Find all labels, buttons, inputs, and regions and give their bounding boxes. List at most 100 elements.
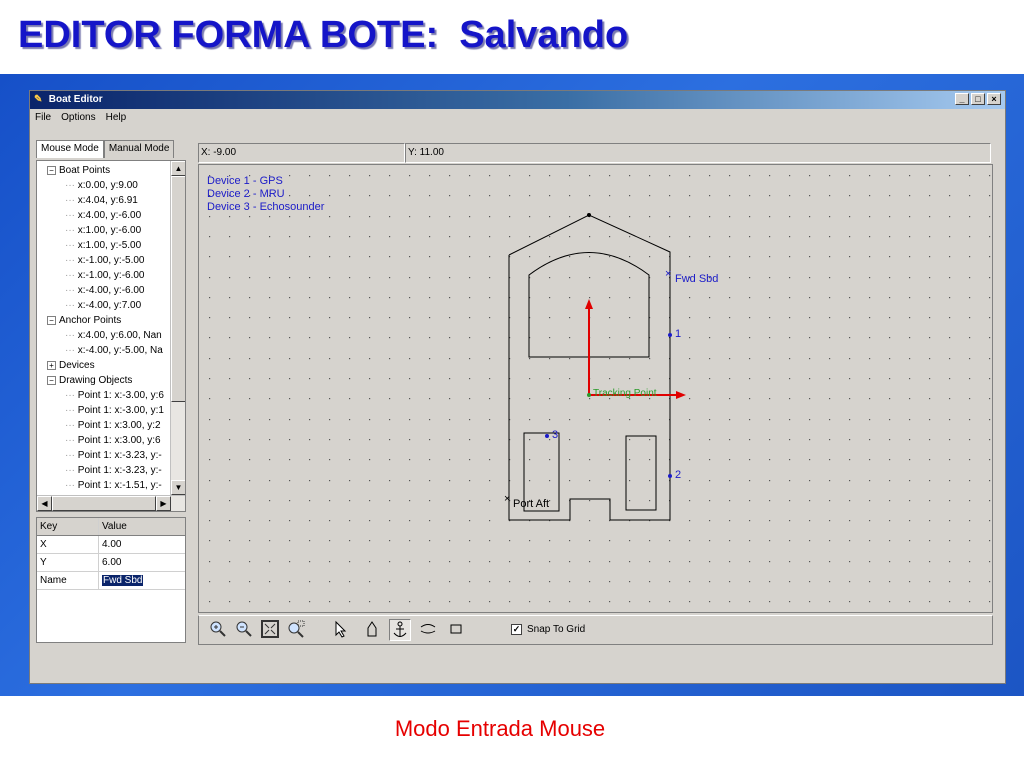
grid-dot [789,337,791,339]
property-value-name-text[interactable]: Fwd Sbd [102,575,144,586]
tree-scroll-thumb[interactable] [171,176,185,402]
grid-dot [749,175,751,177]
property-row[interactable]: Y 6.00 [37,554,185,572]
scroll-left-icon[interactable]: ◀ [37,496,52,511]
grid-dot [529,480,531,482]
grid-dot [409,175,411,177]
rectangle-icon[interactable] [445,619,467,641]
expand-icon[interactable]: + [47,360,56,370]
pointer-icon[interactable] [329,619,351,641]
grid-dot [289,216,291,218]
tab-mouse-mode[interactable]: Mouse Mode [36,140,104,158]
property-row[interactable]: X 4.00 [37,536,185,554]
minimize-button[interactable]: _ [955,93,969,105]
property-value[interactable]: 4.00 [99,536,185,553]
zoom-out-icon[interactable] [233,619,255,641]
anchor-icon[interactable] [389,619,411,641]
grid-dot [749,500,751,502]
tree-vertical-scrollbar[interactable]: ▲ ▼ [170,161,185,495]
grid-dot [209,277,211,279]
zoom-in-icon[interactable] [207,619,229,641]
property-key-header[interactable]: Key [37,518,99,535]
boat-tree-view[interactable]: − Boat Points ··· x:0.00, y:9.00 ··· x:4.04… [36,160,186,512]
grid-dot [469,459,471,461]
grid-dot [989,175,991,177]
tree-node[interactable]: − Drawing Objects [47,373,132,388]
tree-leaf[interactable]: ··· x:-4.00, y:-6.00 [65,283,144,298]
grid-dot [809,337,811,339]
tree-node[interactable]: − Boat Points [47,163,110,178]
tree-node[interactable]: + Devices [47,358,95,373]
grid-dot [789,561,791,563]
grid-dot [749,317,751,319]
tree-node[interactable]: − Anchor Points [47,313,121,328]
grid-dot [869,216,871,218]
scroll-up-icon[interactable]: ▲ [171,161,185,176]
tree-leaf[interactable]: ··· x:-1.00, y:-5.00 [65,253,144,268]
zoom-fit-icon[interactable] [259,619,281,641]
grid-dot [769,297,771,299]
tree-leaf[interactable]: ··· Point 1: x:-1.51, y:- [65,478,162,493]
tree-leaf[interactable]: ··· x:-1.00, y:-6.00 [65,268,144,283]
property-value[interactable]: 6.00 [99,554,185,571]
close-button[interactable]: × [987,93,1001,105]
grid-dot [929,459,931,461]
tree-leaf[interactable]: ··· x:0.00, y:9.00 [65,178,138,193]
grid-dot [229,581,231,583]
tree-horizontal-scrollbar[interactable]: ◀ ▶ [37,495,185,511]
grid-dot [989,256,991,258]
tree-leaf[interactable]: ··· x:-4.00, y:-5.00, Na [65,343,163,358]
zoom-window-icon[interactable] [285,619,307,641]
property-value-name[interactable]: Fwd Sbd [99,572,185,589]
snap-to-grid-control[interactable]: ✓ Snap To Grid [511,624,585,635]
grid-dot [229,358,231,360]
grid-dot [749,378,751,380]
maximize-button[interactable]: □ [971,93,985,105]
property-value-header[interactable]: Value [99,518,185,535]
grid-dot [649,540,651,542]
grid-dot [849,459,851,461]
grid-dot [309,480,311,482]
tree-leaf[interactable]: ··· x:4.04, y:6.91 [65,193,138,208]
tree-leaf[interactable]: ··· Point 1: x:-3.23, y:- [65,463,162,478]
boat-shape-icon[interactable] [361,619,383,641]
collapse-icon[interactable]: − [47,315,56,325]
menu-options[interactable]: Options [61,112,95,127]
grid-dot [449,236,451,238]
arc-icon[interactable] [417,619,439,641]
property-row[interactable]: Name Fwd Sbd [37,572,185,590]
drawing-canvas[interactable]: × × Device 1 - GPS Device 2 - MRU Device… [198,164,993,613]
tree-leaf[interactable]: ··· Point 1: x:3.00, y:6 [65,433,161,448]
window-titlebar[interactable]: ✎ Boat Editor _ □ × [30,91,1005,109]
collapse-icon[interactable]: − [47,375,56,385]
grid-dot [809,581,811,583]
grid-dot [869,419,871,421]
tree-leaf[interactable]: ··· Point 1: x:-3.00, y:6 [65,388,164,403]
grid-dot [869,277,871,279]
grid-dot [889,175,891,177]
menu-file[interactable]: File [35,112,51,127]
tree-leaf[interactable]: ··· x:4.00, y:6.00, Nan [65,328,162,343]
tree-leaf[interactable]: ··· Point 1: x:3.00, y:2 [65,418,161,433]
scroll-down-icon[interactable]: ▼ [171,480,185,495]
tree-hscroll-thumb[interactable] [52,496,156,511]
grid-dot [769,358,771,360]
tree-leaf[interactable]: ··· Point 1: x:-3.00, y:1 [65,403,164,418]
tree-leaf[interactable]: ··· x:-4.00, y:7.00 [65,298,141,313]
menu-help[interactable]: Help [106,112,127,127]
grid-dot [829,236,831,238]
snap-to-grid-checkbox[interactable]: ✓ [511,624,522,635]
tree-leaf[interactable]: ··· x:4.00, y:-6.00 [65,208,141,223]
bow-point [587,213,591,217]
tree-leaf[interactable]: ··· x:1.00, y:-6.00 [65,223,141,238]
grid-dot [869,337,871,339]
collapse-icon[interactable]: − [47,165,56,175]
window-title: Boat Editor [48,94,103,105]
tree-leaf[interactable]: ··· x:1.00, y:-5.00 [65,238,141,253]
tab-manual-mode[interactable]: Manual Mode [103,140,175,158]
boat-editor-window: ✎ Boat Editor _ □ × File Options Help Mo… [29,90,1006,684]
grid-dot [709,175,711,177]
grid-dot [829,480,831,482]
tree-leaf[interactable]: ··· Point 1: x:-3.23, y:- [65,448,162,463]
scroll-right-icon[interactable]: ▶ [156,496,171,511]
